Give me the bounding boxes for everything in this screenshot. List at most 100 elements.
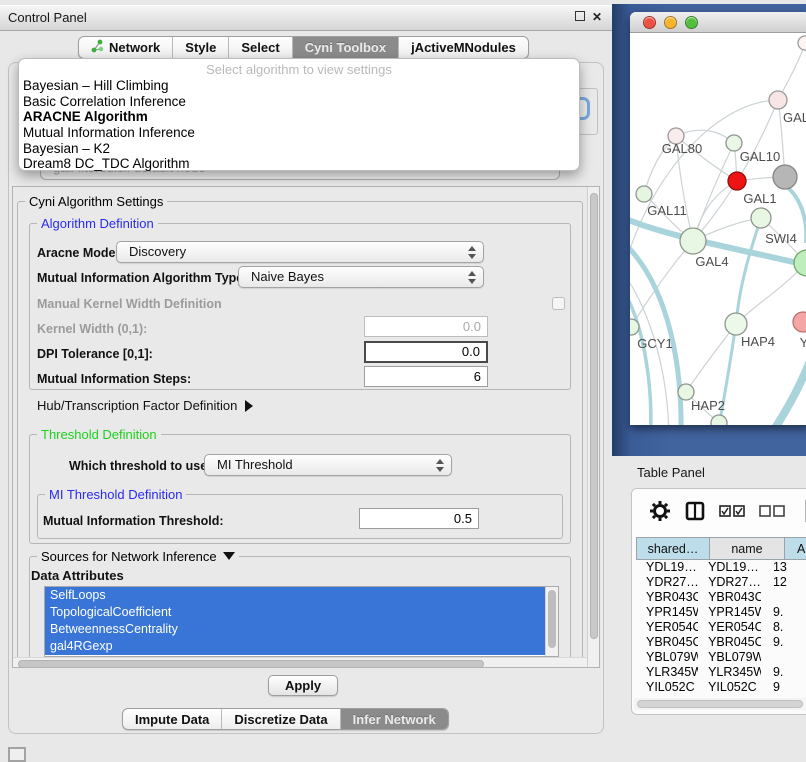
data-attributes-list[interactable]: SelfLoopsTopologicalCoefficientBetweenne… (44, 586, 559, 657)
tab-discretize-data[interactable]: Discretize Data (222, 709, 340, 729)
network-edge[interactable] (686, 324, 736, 392)
unchecked-pair-icon[interactable] (759, 504, 785, 522)
network-node[interactable] (680, 228, 706, 254)
network-node[interactable] (773, 165, 797, 189)
which-threshold-combo[interactable]: MI Threshold (204, 454, 452, 476)
mi-threshold-label: Mutual Information Threshold: (43, 514, 224, 528)
gear-icon[interactable] (649, 500, 671, 527)
data-attribute-item[interactable]: SelfLoops (45, 587, 546, 604)
table-cell: YPR145W (698, 605, 761, 620)
mi-threshold-group-title: MI Threshold Definition (45, 487, 186, 502)
network-node[interactable] (711, 415, 727, 425)
network-window-titlebar[interactable] (630, 12, 806, 33)
table-row[interactable]: YDR27…YDR27…12 (636, 575, 806, 590)
dpi-tolerance-label: DPI Tolerance [0,1]: (37, 347, 153, 361)
table-column-header[interactable]: shared… (636, 537, 710, 560)
table-cell: YIL052C (698, 680, 761, 695)
table-row[interactable]: YBR043CYBR043C (636, 590, 806, 605)
network-node[interactable] (769, 91, 787, 109)
table-cell: 13 (761, 560, 806, 575)
algorithm-option[interactable]: Bayesian – K2 (19, 141, 579, 157)
network-node[interactable] (636, 186, 652, 202)
columns-icon[interactable] (685, 501, 705, 526)
aracne-mode-combo[interactable]: Discovery (116, 241, 484, 263)
network-view-window[interactable]: GALGAL80GAL10GAL1GAL11SWI4GAL4GCY1HAP4YH… (630, 12, 806, 425)
attributes-scrollbar[interactable] (545, 587, 558, 656)
manual-kernel-checkbox[interactable] (552, 297, 565, 310)
control-panel-tabs: Network Style Select Cyni Toolbox jActiv… (78, 36, 529, 59)
tab-impute-data-label: Impute Data (135, 712, 209, 727)
mi-threshold-field[interactable]: 0.5 (359, 508, 479, 529)
settings-vertical-scrollbar[interactable] (587, 187, 599, 668)
minimized-panel-icon[interactable] (8, 747, 26, 762)
mi-type-combo[interactable]: Naive Bayes (238, 266, 484, 288)
stepper-icon (467, 246, 476, 259)
settings-horizontal-scrollbar[interactable] (13, 657, 587, 668)
table-cell: YBR045C (636, 635, 698, 650)
tab-impute-data[interactable]: Impute Data (123, 709, 222, 729)
table-row[interactable]: YBL079WYBL079W (636, 650, 806, 665)
table-row[interactable]: YPR145WYPR145W9. (636, 605, 806, 620)
data-attribute-item[interactable]: gal4RGexp (45, 638, 546, 655)
hub-definition-toggle[interactable]: Hub/Transcription Factor Definition (37, 398, 253, 413)
table-cell: YER054C (698, 620, 761, 635)
aracne-mode-label: Aracne Mode: (37, 246, 120, 260)
network-node[interactable] (725, 313, 747, 335)
cyni-settings-scrollpane: Cyni Algorithm Settings Algorithm Defini… (12, 186, 600, 668)
network-node-label: SWI4 (765, 231, 797, 246)
checked-pair-icon[interactable] (719, 504, 745, 522)
network-node[interactable] (793, 312, 806, 332)
table-column-header[interactable]: A (785, 537, 806, 560)
algorithm-option[interactable]: Mutual Information Inference (19, 125, 579, 141)
hub-definition-label: Hub/Transcription Factor Definition (37, 398, 237, 413)
apply-button[interactable]: Apply (268, 675, 338, 696)
network-node-label: GAL11 (647, 203, 687, 218)
network-node[interactable] (794, 250, 806, 276)
network-node-label: GAL (783, 110, 806, 125)
close-traffic-light[interactable] (643, 16, 656, 29)
mi-type-label: Mutual Information Algorithm Type: (37, 271, 247, 285)
kernel-width-field[interactable]: 0.0 (364, 316, 488, 337)
table-row[interactable]: YIL052CYIL052C9 (636, 680, 806, 695)
tab-network[interactable]: Network (79, 37, 173, 58)
sources-group-toggle[interactable]: Sources for Network Inference (37, 549, 239, 564)
zoom-traffic-light[interactable] (685, 16, 698, 29)
network-node[interactable] (728, 172, 746, 190)
close-panel-icon[interactable]: ✕ (592, 11, 602, 23)
network-edge[interactable] (630, 295, 651, 425)
tab-select[interactable]: Select (229, 37, 292, 58)
cyni-algorithm-settings-title: Cyni Algorithm Settings (25, 194, 167, 209)
network-node[interactable] (798, 36, 806, 50)
data-attribute-item[interactable]: BetweennessCentrality (45, 621, 546, 638)
table-column-header[interactable]: name (710, 537, 785, 560)
table-row[interactable]: YDL19…YDL19…13 (636, 560, 806, 575)
algorithm-option[interactable]: Bayesian – Hill Climbing (19, 78, 579, 94)
network-node-label: GCY1 (637, 336, 672, 351)
network-canvas[interactable]: GALGAL80GAL10GAL1GAL11SWI4GAL4GCY1HAP4YH… (630, 33, 806, 425)
network-edge[interactable] (631, 241, 693, 327)
network-node[interactable] (751, 208, 771, 228)
tab-style[interactable]: Style (173, 37, 229, 58)
algorithm-dropdown-list: Bayesian – Hill ClimbingBasic Correlatio… (19, 78, 579, 172)
table-row[interactable]: YER054CYER054C8. (636, 620, 806, 635)
table-row[interactable]: YLR345WYLR345W9. (636, 665, 806, 680)
data-attribute-item[interactable]: TopologicalCoefficient (45, 604, 546, 621)
table-cell: YER054C (636, 620, 698, 635)
network-edge[interactable] (750, 361, 806, 425)
mi-steps-field[interactable]: 6 (364, 366, 488, 387)
algorithm-option[interactable]: Dream8 DC_TDC Algorithm (19, 156, 579, 172)
algorithm-option[interactable]: ARACNE Algorithm (19, 109, 579, 125)
table-horizontal-scrollbar[interactable] (634, 698, 806, 710)
tab-jactivemnodules[interactable]: jActiveMNodules (399, 37, 528, 58)
minimize-traffic-light[interactable] (664, 16, 677, 29)
stepper-icon (467, 271, 476, 284)
table-row[interactable]: YBR045CYBR045C9. (636, 635, 806, 650)
tab-infer-network[interactable]: Infer Network (341, 709, 448, 729)
mi-type-value: Naive Bayes (251, 269, 324, 284)
algorithm-option[interactable]: Basic Correlation Inference (19, 94, 579, 110)
float-panel-icon[interactable] (575, 11, 585, 21)
dpi-tolerance-field[interactable]: 0.0 (364, 341, 488, 363)
tab-cyni-toolbox[interactable]: Cyni Toolbox (293, 37, 399, 58)
network-edge[interactable] (630, 245, 681, 425)
stepper-icon (435, 459, 444, 472)
